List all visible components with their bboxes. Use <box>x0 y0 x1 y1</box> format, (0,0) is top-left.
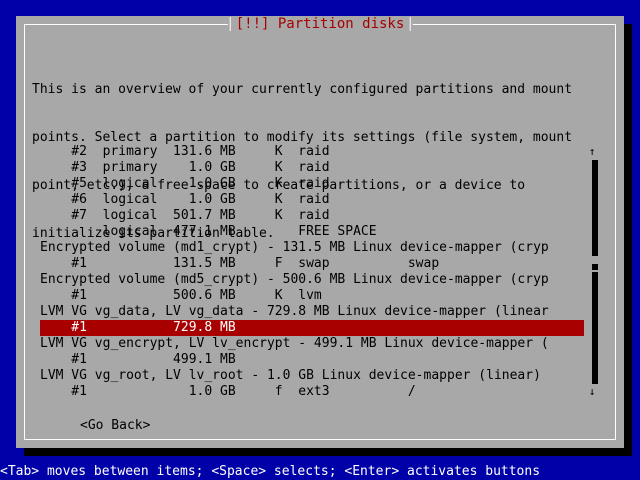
dialog-title: [!!] Partition disks <box>227 16 413 32</box>
partition-list[interactable]: #2 primary 131.6 MB K raid #3 primary 1.… <box>40 144 584 400</box>
go-back-button[interactable]: <Go Back> <box>80 418 150 434</box>
intro-line: This is an overview of your currently co… <box>32 82 573 97</box>
device-row[interactable]: LVM VG vg_data, LV vg_data - 729.8 MB Li… <box>40 304 584 320</box>
partition-row[interactable]: #1 131.5 MB F swap swap <box>40 256 584 272</box>
partition-dialog: [!!] Partition disks This is an overview… <box>16 16 624 448</box>
device-row[interactable]: LVM VG vg_encrypt, LV lv_encrypt - 499.1… <box>40 336 584 352</box>
scrollbar-track-bottom <box>592 272 598 384</box>
partition-row[interactable]: #6 logical 1.0 GB K raid <box>40 192 584 208</box>
scroll-down-arrow-icon[interactable]: ↓ <box>588 384 596 400</box>
partition-row[interactable]: #5 logical 1.0 GB K raid <box>40 176 584 192</box>
scrollbar-track-top <box>592 160 598 256</box>
partition-row[interactable]: #1 499.1 MB <box>40 352 584 368</box>
partition-row[interactable]: #2 primary 131.6 MB K raid <box>40 144 584 160</box>
scrollbar[interactable] <box>592 160 600 384</box>
partition-row[interactable]: #7 logical 501.7 MB K raid <box>40 208 584 224</box>
partition-row[interactable]: #1 1.0 GB f ext3 / <box>40 384 584 400</box>
partition-row-selected[interactable]: #1 729.8 MB <box>40 320 584 336</box>
free-space-row[interactable]: logical 477.1 MB FREE SPACE <box>40 224 584 240</box>
partition-row[interactable]: #1 500.6 MB K lvm <box>40 288 584 304</box>
device-row[interactable]: LVM VG vg_root, LV lv_root - 1.0 GB Linu… <box>40 368 584 384</box>
status-bar: <Tab> moves between items; <Space> selec… <box>0 464 541 479</box>
device-row[interactable]: Encrypted volume (md1_crypt) - 131.5 MB … <box>40 240 584 256</box>
scrollbar-thumb[interactable] <box>592 264 598 270</box>
scroll-up-arrow-icon[interactable]: ↑ <box>588 144 596 160</box>
device-row[interactable]: Encrypted volume (md5_crypt) - 500.6 MB … <box>40 272 584 288</box>
partition-row[interactable]: #3 primary 1.0 GB K raid <box>40 160 584 176</box>
